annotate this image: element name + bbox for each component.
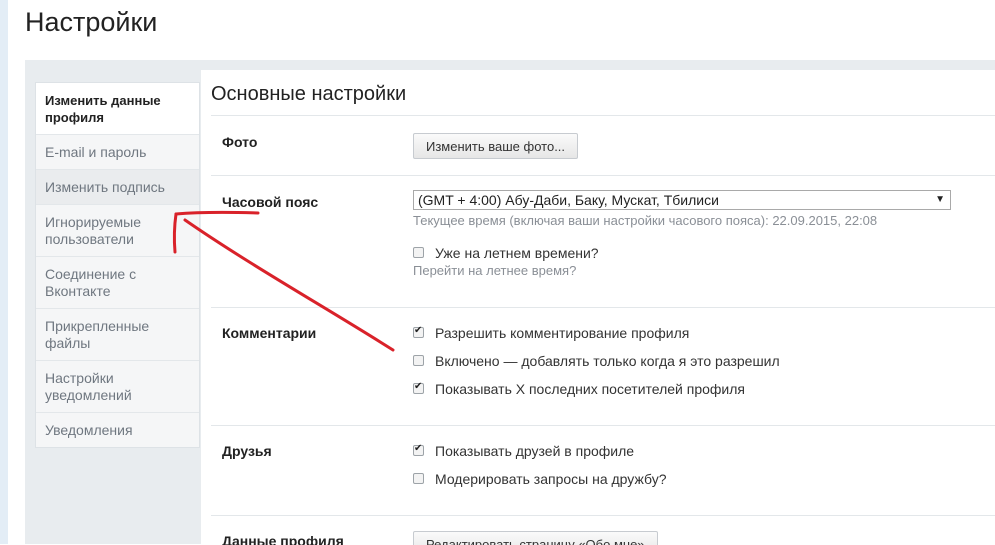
timezone-row: Часовой пояс (GMT + 4:00) Абу-Даби, Баку… — [211, 175, 995, 308]
sidebar-item-vk-connection[interactable]: Соединение с Вконтакте — [36, 257, 199, 309]
show-friends-checkbox[interactable] — [413, 443, 424, 456]
dst-checkbox-label[interactable]: Уже на летнем времени? — [435, 245, 599, 261]
dst-checkbox[interactable] — [413, 247, 424, 258]
sidebar-item-email-password[interactable]: E-mail и пароль — [36, 135, 199, 170]
friends-label: Друзья — [222, 443, 272, 459]
comments-label: Комментарии — [222, 325, 317, 341]
main-settings-panel: Основные настройки Фото Изменить ваше фо… — [201, 70, 995, 545]
sidebar-item-edit-profile[interactable]: Изменить данные профиля — [36, 83, 199, 135]
profile-data-label: Данные профиля — [222, 533, 344, 545]
section-title: Основные настройки — [211, 83, 407, 105]
left-edge-strip — [0, 0, 8, 544]
timezone-selected-value: (GMT + 4:00) Абу-Даби, Баку, Мускат, Тби… — [418, 192, 719, 208]
settings-sidebar: Изменить данные профиля E-mail и пароль … — [35, 82, 200, 448]
sidebar-item-attachments[interactable]: Прикрепленные файлы — [36, 309, 199, 361]
moderate-friend-requests-checkbox[interactable] — [413, 473, 424, 484]
allow-comments-label[interactable]: Разрешить комментирование профиля — [435, 325, 689, 341]
timezone-label: Часовой пояс — [222, 194, 319, 210]
sidebar-item-notifications[interactable]: Уведомления — [36, 413, 199, 447]
change-photo-button[interactable]: Изменить ваше фото... — [413, 133, 579, 159]
show-visitors-label[interactable]: Показывать X последних посетителей профи… — [435, 381, 745, 397]
dropdown-arrow-icon: ▼ — [935, 194, 945, 205]
moderate-friend-requests-label[interactable]: Модерировать запросы на дружбу? — [435, 471, 666, 487]
edit-about-page-button[interactable]: Редактировать страницу «Обо мне» — [413, 531, 658, 545]
timezone-select[interactable]: (GMT + 4:00) Абу-Даби, Баку, Мускат, Тби… — [413, 190, 951, 210]
sidebar-item-ignored-users[interactable]: Игнорируемые пользователи — [36, 205, 199, 257]
profile-data-row: Данные профиля Редактировать страницу «О… — [211, 515, 995, 545]
comments-on-approval-label[interactable]: Включено — добавлять только когда я это … — [435, 353, 780, 369]
friends-row: Друзья Показывать друзей в профиле Модер… — [211, 425, 995, 516]
allow-comments-checkbox[interactable] — [413, 325, 424, 338]
comments-on-approval-checkbox[interactable] — [413, 355, 424, 366]
photo-row: Фото Изменить ваше фото... — [211, 115, 995, 176]
photo-label: Фото — [222, 134, 258, 150]
dst-hint: Перейти на летнее время? — [413, 263, 577, 278]
comments-row: Комментарии Разрешить комментирование пр… — [211, 307, 995, 426]
show-friends-label[interactable]: Показывать друзей в профиле — [435, 443, 634, 459]
current-time-hint: Текущее время (включая ваши настройки ча… — [413, 213, 878, 228]
sidebar-item-edit-signature[interactable]: Изменить подпись — [36, 170, 199, 205]
sidebar-item-notification-settings[interactable]: Настройки уведомлений — [36, 361, 199, 413]
page-title: Настройки — [25, 7, 158, 37]
show-visitors-checkbox[interactable] — [413, 381, 424, 394]
